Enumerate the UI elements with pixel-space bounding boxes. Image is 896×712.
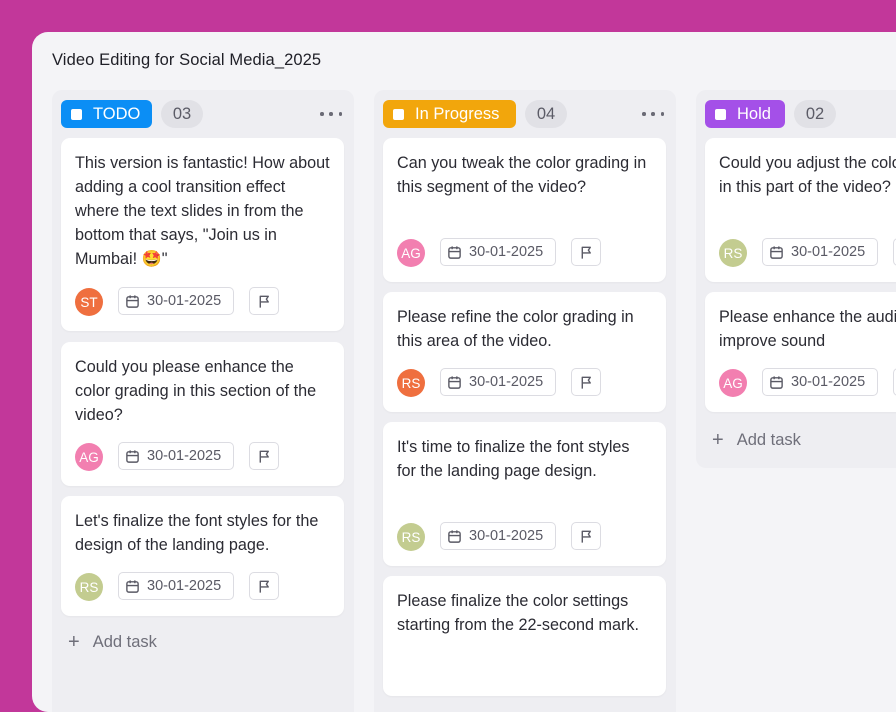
avatar[interactable]: RS: [75, 573, 103, 601]
flag-icon[interactable]: [571, 238, 601, 266]
status-label: Hold: [737, 104, 771, 123]
due-date-button[interactable]: 30-01-2025: [118, 287, 234, 315]
column-header: Hold 02: [705, 100, 896, 128]
avatar[interactable]: RS: [397, 369, 425, 397]
task-meta: RS 30-01-2025: [75, 572, 330, 602]
more-horizontal-icon[interactable]: [642, 104, 664, 124]
plus-icon: +: [68, 631, 80, 653]
task-card[interactable]: This version is fantastic! How about add…: [61, 138, 344, 331]
column-header: In Progress 04: [383, 100, 666, 128]
task-meta: AG 30-01-2025: [397, 238, 652, 268]
task-text: Could you adjust the color grading in th…: [719, 154, 896, 196]
status-square-icon: [393, 108, 404, 120]
board-title: Video Editing for Social Media_2025: [52, 51, 322, 69]
due-date: 30-01-2025: [791, 374, 866, 390]
due-date-button[interactable]: 30-01-2025: [118, 572, 234, 600]
kanban-window: Video Editing for Social Media_2025 TODO…: [32, 32, 896, 712]
status-label: In Progress: [415, 104, 500, 123]
calendar-icon: [448, 375, 461, 389]
plus-icon: +: [712, 429, 724, 451]
task-card[interactable]: Could you adjust the color grading in th…: [705, 138, 896, 282]
task-count: 02: [794, 100, 836, 128]
due-date: 30-01-2025: [469, 374, 544, 390]
more-horizontal-icon[interactable]: [320, 104, 342, 124]
due-date-button[interactable]: 30-01-2025: [440, 238, 556, 266]
column-todo: TODO 03 This version is fantastic! How a…: [52, 90, 354, 712]
flag-icon[interactable]: [249, 572, 279, 600]
calendar-icon: [126, 294, 139, 308]
task-meta: RS 30-01-2025: [397, 522, 652, 552]
add-task-button[interactable]: + Add task: [712, 430, 801, 450]
column-hold: Hold 02 Could you adjust the color gradi…: [696, 90, 896, 468]
task-text: This version is fantastic! How about add…: [75, 154, 330, 268]
avatar[interactable]: AG: [397, 239, 425, 267]
avatar[interactable]: AG: [719, 369, 747, 397]
task-text: Can you tweak the color grading in this …: [397, 154, 647, 196]
calendar-icon: [448, 529, 461, 543]
due-date-button[interactable]: 30-01-2025: [762, 368, 878, 396]
add-task-button[interactable]: + Add task: [68, 632, 157, 652]
column-in-progress: In Progress 04 Can you tweak the color g…: [374, 90, 676, 712]
task-text: It's time to finalize the font styles fo…: [397, 438, 630, 480]
task-count: 03: [161, 100, 203, 128]
task-meta: RS 30-01-2025: [397, 368, 652, 398]
flag-icon[interactable]: [249, 442, 279, 470]
task-card[interactable]: Please enhance the audio levels to impro…: [705, 292, 896, 412]
due-date: 30-01-2025: [147, 293, 222, 309]
task-card[interactable]: Could you please enhance the color gradi…: [61, 342, 344, 486]
task-card[interactable]: Let's finalize the font styles for the d…: [61, 496, 344, 616]
due-date-button[interactable]: 30-01-2025: [762, 238, 878, 266]
task-text: Please finalize the color settings start…: [397, 592, 640, 634]
task-card[interactable]: It's time to finalize the font styles fo…: [383, 422, 666, 566]
status-badge-hold[interactable]: Hold: [705, 100, 785, 128]
calendar-icon: [126, 579, 139, 593]
task-count: 04: [525, 100, 567, 128]
avatar[interactable]: RS: [719, 239, 747, 267]
calendar-icon: [770, 245, 783, 259]
add-task-label: Add task: [736, 430, 801, 449]
status-badge-todo[interactable]: TODO: [61, 100, 152, 128]
due-date: 30-01-2025: [147, 448, 222, 464]
flag-icon[interactable]: [571, 522, 601, 550]
status-badge-in-progress[interactable]: In Progress: [383, 100, 516, 128]
task-card[interactable]: Please finalize the color settings start…: [383, 576, 666, 696]
task-card[interactable]: Please refine the color grading in this …: [383, 292, 666, 412]
status-square-icon: [71, 108, 82, 120]
add-task-label: Add task: [92, 632, 157, 651]
task-meta: RS 30-01-2025: [719, 238, 896, 268]
task-text: Let's finalize the font styles for the d…: [75, 512, 319, 554]
task-text: Please enhance the audio levels to impro…: [719, 308, 896, 350]
calendar-icon: [448, 245, 461, 259]
task-card[interactable]: Can you tweak the color grading in this …: [383, 138, 666, 282]
task-meta: AG 30-01-2025: [719, 368, 896, 398]
avatar[interactable]: ST: [75, 288, 103, 316]
due-date: 30-01-2025: [791, 244, 866, 260]
flag-icon[interactable]: [249, 287, 279, 315]
task-text: Please refine the color grading in this …: [397, 308, 634, 350]
due-date-button[interactable]: 30-01-2025: [118, 442, 234, 470]
calendar-icon: [126, 449, 139, 463]
due-date-button[interactable]: 30-01-2025: [440, 368, 556, 396]
due-date-button[interactable]: 30-01-2025: [440, 522, 556, 550]
avatar[interactable]: RS: [397, 523, 425, 551]
calendar-icon: [770, 375, 783, 389]
status-label: TODO: [93, 104, 141, 123]
due-date: 30-01-2025: [469, 244, 544, 260]
due-date: 30-01-2025: [147, 578, 222, 594]
status-square-icon: [715, 108, 726, 120]
flag-icon[interactable]: [571, 368, 601, 396]
column-header: TODO 03: [61, 100, 344, 128]
due-date: 30-01-2025: [469, 528, 544, 544]
task-text: Could you please enhance the color gradi…: [75, 358, 317, 424]
task-meta: ST 30-01-2025: [75, 287, 330, 317]
task-meta: AG 30-01-2025: [75, 442, 330, 472]
avatar[interactable]: AG: [75, 443, 103, 471]
